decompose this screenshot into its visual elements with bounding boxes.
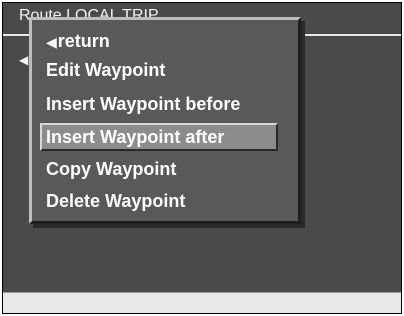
menu-item-copy-waypoint[interactable]: Copy Waypoint (40, 155, 280, 183)
menu-item-label: Delete Waypoint (46, 191, 186, 211)
back-arrow-icon: ◀ (19, 53, 29, 67)
menu-item-edit-waypoint[interactable]: Edit Waypoint (40, 56, 280, 84)
menu-item-insert-after[interactable]: Insert Waypoint after (40, 123, 278, 151)
menu-item-label: Insert Waypoint after (46, 127, 225, 147)
menu-item-label: Copy Waypoint (46, 159, 177, 179)
bottom-bar (3, 292, 401, 313)
menu-item-insert-before[interactable]: Insert Waypoint before (40, 90, 280, 118)
menu-item-label: Edit Waypoint (46, 60, 166, 80)
app-screen: Route LOCAL TRIP ◀ ◀return Edit Waypoint… (2, 2, 402, 314)
menu-item-label: Insert Waypoint before (46, 94, 241, 114)
menu-item-label: return (57, 31, 110, 51)
menu-item-return[interactable]: ◀return (40, 27, 280, 55)
context-menu: ◀return Edit Waypoint Insert Waypoint be… (29, 17, 301, 224)
menu-item-delete-waypoint[interactable]: Delete Waypoint (40, 187, 280, 215)
back-arrow-icon: ◀ (46, 35, 57, 51)
